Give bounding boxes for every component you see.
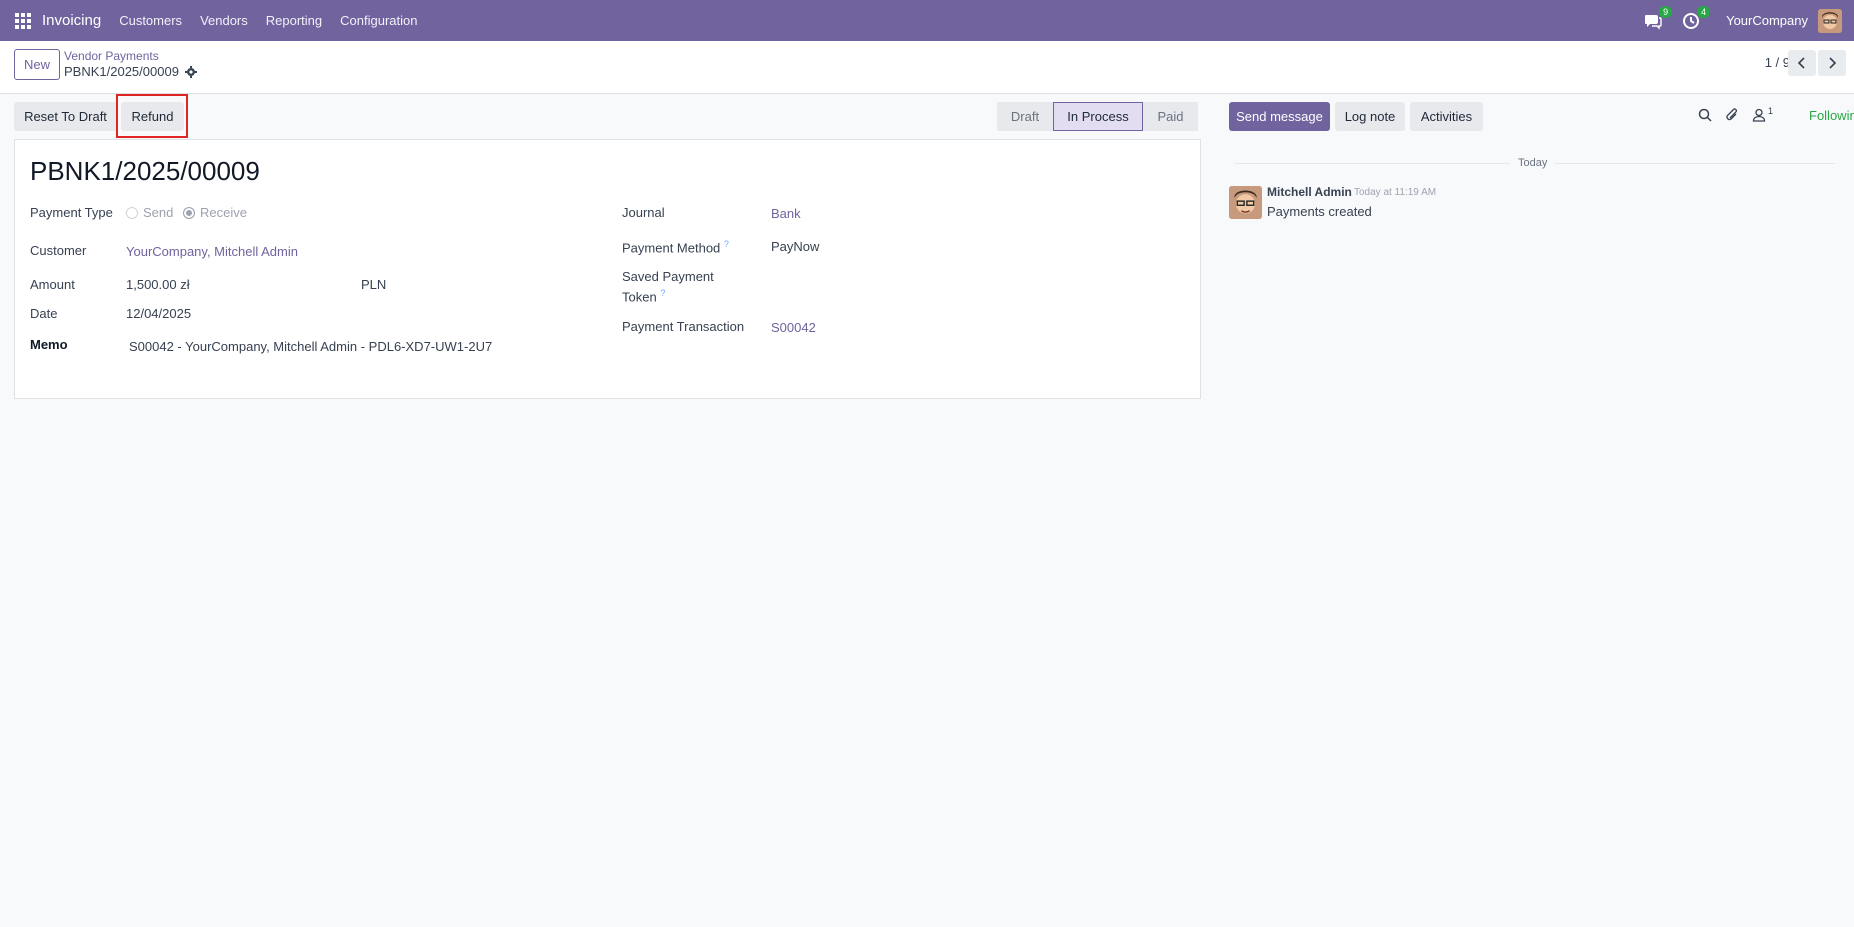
activities-button[interactable]: Activities [1410,102,1483,131]
activities-icon[interactable]: 4 [1682,5,1711,30]
help-icon[interactable]: ? [660,288,665,298]
following-button[interactable]: Following [1809,108,1854,123]
date-label: Date [30,306,58,321]
form-sheet: PBNK1/2025/00009 Payment Type Send Recei… [14,139,1201,399]
gear-icon[interactable] [184,65,197,78]
send-message-button[interactable]: Send message [1229,102,1330,131]
payment-method-label: Payment Method ? [622,239,729,255]
apps-menu-icon[interactable] [12,10,34,32]
payment-title: PBNK1/2025/00009 [30,156,260,186]
radio-send[interactable] [126,207,138,219]
memo-label: Memo [30,337,68,352]
journal-field[interactable]: Bank [771,206,801,221]
memo-field[interactable]: S00042 - YourCompany, Mitchell Admin - P… [129,339,492,354]
pager-next-button[interactable] [1818,50,1846,76]
payment-method-label-text: Payment Method [622,240,721,256]
help-icon[interactable]: ? [724,239,729,249]
payment-transaction-field[interactable]: S00042 [771,320,816,335]
date-field[interactable]: 12/04/2025 [126,306,191,321]
record-name-label: PBNK1/2025/00009 [64,64,179,79]
user-avatar[interactable] [1818,8,1842,33]
currency-field[interactable]: PLN [361,277,386,292]
payment-type-send-label: Send [143,205,174,220]
radio-receive[interactable] [183,207,195,219]
payment-type-label: Payment Type [30,205,113,220]
chevron-right-icon [1829,57,1837,69]
breadcrumb-vendor-payments[interactable]: Vendor Payments [64,49,159,63]
messages-icon[interactable]: 9 [1644,5,1673,30]
followers-button[interactable]: 1 [1752,106,1774,122]
stage-paid[interactable]: Paid [1143,102,1198,131]
payment-transaction-label: Payment Transaction [622,319,745,334]
journal-label: Journal [622,205,665,220]
customer-field[interactable]: YourCompany, Mitchell Admin [126,244,298,259]
amount-label: Amount [30,277,75,292]
message-body: Payments created [1267,204,1372,219]
date-separator-label: Today [1510,157,1556,169]
company-switcher[interactable]: YourCompany [1726,13,1808,28]
app-name[interactable]: Invoicing [42,12,101,29]
messages-badge: 9 [1659,5,1673,18]
message-author[interactable]: Mitchell Admin [1267,185,1352,199]
saved-token-label-line1: Saved Payment [622,269,714,284]
breadcrumb-current-record: PBNK1/2025/00009 [64,64,197,79]
activities-badge: 4 [1697,5,1711,18]
payment-type-receive-option[interactable]: Receive [183,205,247,220]
payment-type-receive-label: Receive [200,205,247,220]
menu-configuration[interactable]: Configuration [340,13,417,28]
reset-to-draft-button[interactable]: Reset To Draft [14,102,117,131]
payment-method-field[interactable]: PayNow [771,239,819,254]
pager-value[interactable]: 1 / 9 [1765,55,1790,70]
top-navbar: Invoicing Customers Vendors Reporting Co… [0,0,1854,41]
new-button[interactable]: New [14,49,60,80]
stage-in-process[interactable]: In Process [1053,102,1143,131]
payment-type-send-option[interactable]: Send [126,205,173,220]
amount-field[interactable]: 1,500.00 zł [126,277,190,292]
status-bar: Draft In Process Paid [997,102,1198,131]
stage-draft[interactable]: Draft [997,102,1053,131]
chevron-left-icon [1797,57,1805,69]
refund-highlight-box [116,94,188,138]
paperclip-icon[interactable] [1725,108,1739,122]
followers-count: 1 [1768,106,1774,116]
control-panel: New Vendor Payments PBNK1/2025/00009 1 /… [0,41,1854,94]
menu-customers[interactable]: Customers [119,13,182,28]
message-author-avatar[interactable] [1229,186,1262,219]
menu-vendors[interactable]: Vendors [200,13,248,28]
user-icon [1752,108,1766,122]
search-messages-icon[interactable] [1698,108,1712,122]
saved-token-label-text: Token [622,289,657,305]
customer-label: Customer [30,243,87,258]
log-note-button[interactable]: Log note [1335,102,1405,131]
pager-previous-button[interactable] [1788,50,1816,76]
message-timestamp: Today at 11:19 AM [1354,187,1437,198]
saved-token-label-line2: Token ? [622,288,665,304]
menu-reporting[interactable]: Reporting [266,13,322,28]
